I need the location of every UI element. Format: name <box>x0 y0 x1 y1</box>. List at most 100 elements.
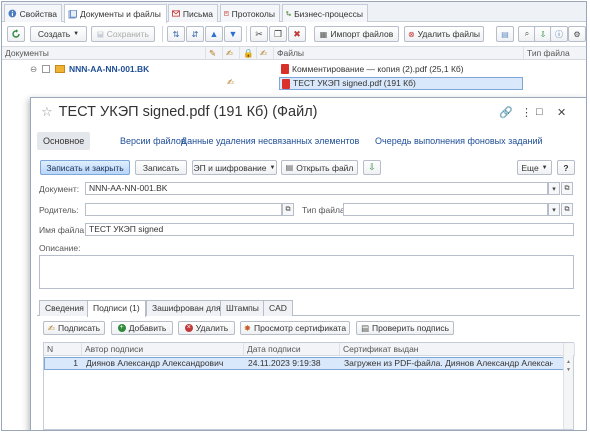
description-field[interactable] <box>39 255 574 289</box>
chevron-down-icon: ▼ <box>269 164 276 171</box>
tab-signatures[interactable]: Подписи (1) <box>87 300 146 317</box>
view-certificate-button[interactable]: ✸ Просмотр сертификата <box>240 321 350 335</box>
document-field[interactable]: NNN-AA-NN-001.BK <box>85 182 548 195</box>
sign-button[interactable]: ✍ Подписать <box>43 321 105 335</box>
download-icon: ⇩ <box>539 29 547 39</box>
documents-icon <box>68 9 77 18</box>
tab-protocols[interactable]: Протоколы <box>220 4 280 22</box>
nav-main[interactable]: Основное <box>37 132 91 150</box>
table-row[interactable]: ⊖ NNN-AA-NN-001.BK Комментирование — коп… <box>2 63 586 76</box>
extra-button-1[interactable]: ▤ <box>496 26 514 42</box>
tab-documents-files[interactable]: Документы и файлы <box>64 4 167 23</box>
help-button[interactable]: ? <box>557 160 575 175</box>
maximize-icon[interactable]: □ <box>536 106 543 118</box>
nav-unlinked-deletion[interactable]: Данные удаления несвязанных элементов <box>181 132 359 150</box>
dialog-commandbar: Записать и закрыть Записать ЭП и шифрова… <box>37 159 580 177</box>
open-file-button[interactable]: ▤ Открыть файл <box>281 160 358 175</box>
document-name[interactable]: NNN-AA-NN-001.BK <box>69 64 149 74</box>
collapse-icon[interactable]: ⊖ <box>30 64 37 75</box>
copy-icon: ❐ <box>273 28 283 39</box>
check-signature-button[interactable]: ▤ Проверить подпись <box>356 321 454 335</box>
table-row[interactable]: 1 Диянов Александр Александрович 24.11.2… <box>44 357 573 370</box>
col-files[interactable]: Файлы <box>274 47 524 60</box>
document-dropdown[interactable]: ▾ <box>548 182 560 195</box>
tab-info[interactable]: Сведения <box>39 300 90 316</box>
import-icon: ▦ <box>319 29 328 39</box>
col-certificate[interactable]: Сертификат выдан <box>340 343 575 356</box>
move-down-button[interactable]: ▼ <box>224 26 242 42</box>
extra-button-4[interactable]: ⓘ <box>550 26 568 42</box>
filetype-open[interactable]: ⧉ <box>561 203 573 216</box>
nav-file-versions[interactable]: Версии файлов <box>120 132 186 150</box>
col-edit[interactable]: ✎ <box>206 47 223 60</box>
delete-button[interactable]: × Удалить <box>178 321 235 335</box>
add-button[interactable]: + Добавить <box>111 321 173 335</box>
parent-field[interactable] <box>85 203 282 216</box>
ep-encryption-button[interactable]: ЭП и шифрование ▼ <box>192 160 277 175</box>
save-button[interactable]: Записать <box>135 160 187 175</box>
open-icon: ⧉ <box>564 184 570 192</box>
cut-button[interactable]: ✂ <box>250 26 268 42</box>
scroll-up-icon[interactable]: ▲ <box>566 359 571 365</box>
col-author[interactable]: Автор подписи <box>82 343 244 356</box>
delete-files-button[interactable]: ⊗ Удалить файлы <box>404 26 484 42</box>
download-button[interactable]: ⇩ <box>363 160 381 175</box>
document-open[interactable]: ⧉ <box>561 182 573 195</box>
copy-button[interactable]: ❐ <box>269 26 287 42</box>
move-up-button[interactable]: ▲ <box>205 26 223 42</box>
col-sign2[interactable]: ✍ <box>257 47 274 60</box>
delete-x-button[interactable]: ✖ <box>288 26 306 42</box>
delete-icon: ⊗ <box>407 29 415 39</box>
nav-background-jobs[interactable]: Очередь выполнения фоновых заданий <box>375 132 543 150</box>
inner-tabs: Сведения Подписи (1) Зашифрован для Штам… <box>37 300 580 317</box>
dialog-title-text: ТЕСТ УКЭП signed.pdf (191 Кб) (Файл) <box>58 104 318 120</box>
arrow-up-icon: ▲ <box>209 29 219 39</box>
col-filetype[interactable]: Тип файла <box>524 47 586 60</box>
add-label: Добавить <box>128 323 167 333</box>
tab-properties[interactable]: Свойства <box>4 4 62 22</box>
import-files-button[interactable]: ▦ Импорт файлов <box>314 26 399 42</box>
tab-business-processes[interactable]: Бизнес-процессы <box>282 4 368 22</box>
col-lock[interactable]: 🔒 <box>240 47 257 60</box>
info-icon: ⓘ <box>555 29 563 39</box>
filename-field[interactable]: ТЕСТ УКЭП signed <box>85 223 574 236</box>
col-n[interactable]: N <box>44 343 82 356</box>
tab-stamps[interactable]: Штампы <box>220 300 265 316</box>
filetype-field[interactable] <box>343 203 548 216</box>
tab-cad[interactable]: CAD <box>263 300 293 316</box>
file-dialog: ☆ ТЕСТ УКЭП signed.pdf (191 Кб) (Файл) 🔗… <box>30 97 586 430</box>
tab-letters[interactable]: Письма <box>168 4 218 22</box>
refresh-button[interactable] <box>7 26 25 42</box>
sort-desc-button[interactable]: ⇵ <box>186 26 204 42</box>
close-icon[interactable]: ✕ <box>557 106 566 119</box>
download-icon: ⇩ <box>368 162 376 172</box>
business-process-icon <box>286 11 291 16</box>
sort-asc-icon: ⇅ <box>172 29 180 39</box>
checkbox[interactable] <box>42 65 50 73</box>
col-date[interactable]: Дата подписи <box>244 343 340 356</box>
save-button[interactable]: Сохранить <box>91 26 155 42</box>
create-button[interactable]: Создать ▼ <box>30 26 87 42</box>
more-menu-icon[interactable]: ⋮ <box>521 106 532 119</box>
table-row[interactable]: ✍ ТЕСТ УКЭП signed.pdf (191 Кб) <box>2 77 586 90</box>
scroll-down-icon[interactable]: ▼ <box>566 367 571 373</box>
extra-button-5[interactable]: ⚙ <box>568 26 586 42</box>
col-sign[interactable]: ✍ <box>223 47 240 60</box>
tab-encrypted-for[interactable]: Зашифрован для <box>146 300 227 316</box>
delete-icon: × <box>184 324 193 332</box>
selected-file-cell[interactable]: ТЕСТ УКЭП signed.pdf (191 Кб) <box>279 77 523 90</box>
file-name[interactable]: Комментирование — копия (2).pdf (25,1 Кб… <box>292 64 464 74</box>
parent-open[interactable]: ⧉ <box>282 203 294 216</box>
dialog-title: ☆ ТЕСТ УКЭП signed.pdf (191 Кб) (Файл) <box>41 104 318 120</box>
sign-label: Подписать <box>58 323 101 333</box>
star-icon[interactable]: ☆ <box>41 104 53 120</box>
col-documents[interactable]: Документы <box>2 47 206 60</box>
link-icon[interactable]: 🔗 <box>499 106 513 119</box>
close-icon: ✖ <box>293 28 301 39</box>
scrollbar[interactable]: ▲ ▼ <box>563 343 573 429</box>
search-icon: ⌕ <box>524 29 530 38</box>
filetype-dropdown[interactable]: ▾ <box>548 203 560 216</box>
more-button[interactable]: Еще ▼ <box>517 160 552 175</box>
save-and-close-button[interactable]: Записать и закрыть <box>40 160 130 175</box>
sort-asc-button[interactable]: ⇅ <box>167 26 185 42</box>
